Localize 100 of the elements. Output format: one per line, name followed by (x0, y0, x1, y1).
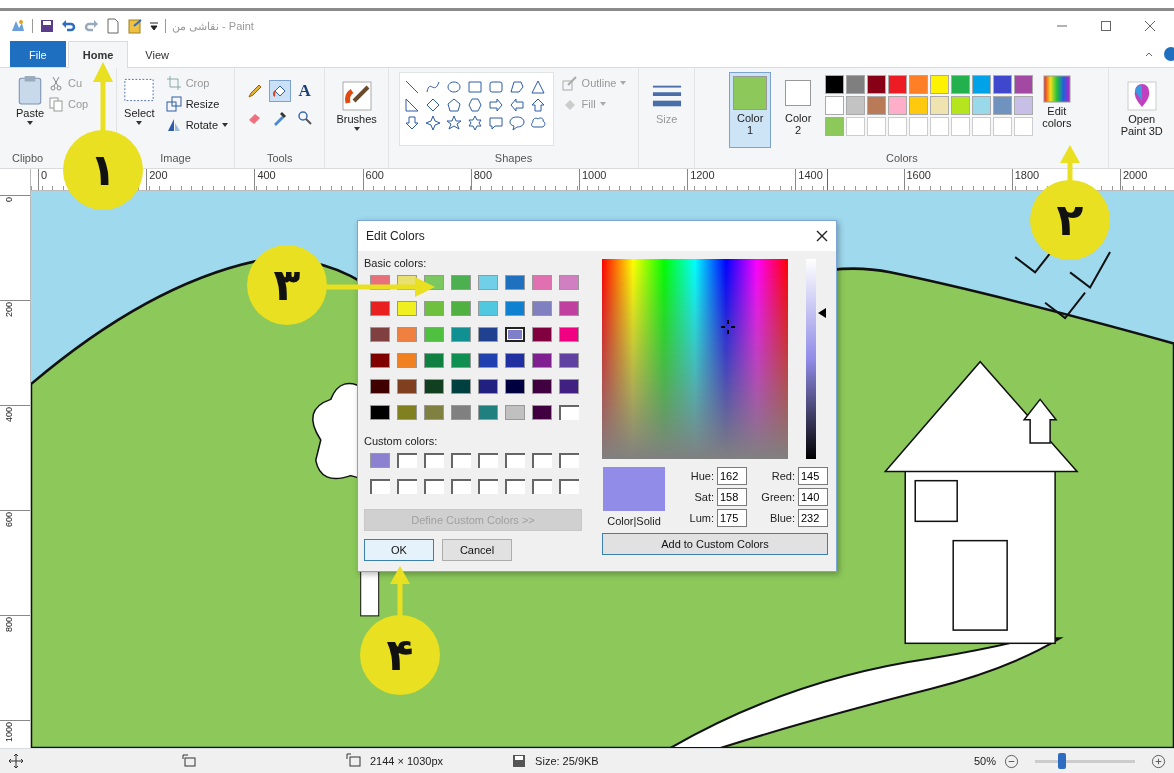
color-swatch[interactable] (424, 327, 444, 342)
shape-icon[interactable] (529, 79, 546, 95)
color-swatch[interactable] (370, 405, 390, 420)
color-swatch[interactable] (559, 275, 579, 290)
color-swatch[interactable] (505, 379, 525, 394)
color-swatch[interactable] (930, 75, 950, 94)
fill-tool[interactable] (268, 80, 291, 102)
number-field[interactable]: 232 (798, 509, 828, 527)
color-swatch[interactable] (993, 75, 1013, 94)
empty-swatch[interactable] (451, 479, 471, 494)
color-swatch[interactable] (478, 327, 498, 342)
color-swatch[interactable] (424, 405, 444, 420)
color-swatch[interactable] (559, 379, 579, 394)
color-swatch[interactable] (424, 301, 444, 316)
save-icon[interactable] (39, 18, 55, 34)
color-swatch[interactable] (1014, 96, 1034, 115)
color-swatch[interactable] (451, 353, 471, 368)
zoom-in-icon[interactable] (1151, 753, 1166, 769)
shape-icon[interactable] (403, 97, 420, 113)
empty-swatch[interactable] (397, 479, 417, 494)
empty-swatch[interactable] (559, 453, 579, 468)
color-2-button[interactable]: Color 2 (777, 72, 820, 148)
color-swatch[interactable] (825, 117, 845, 136)
empty-swatch[interactable] (397, 453, 417, 468)
color-swatch[interactable] (888, 96, 908, 115)
empty-swatch[interactable] (559, 405, 579, 420)
color-swatch[interactable] (825, 96, 845, 115)
color-swatch[interactable] (451, 301, 471, 316)
color-swatch[interactable] (505, 405, 525, 420)
zoom-out-icon[interactable] (1004, 753, 1019, 769)
color-swatch[interactable] (532, 275, 552, 290)
color-swatch[interactable] (532, 379, 552, 394)
text-tool[interactable]: A (293, 80, 316, 102)
color-swatch[interactable] (397, 301, 417, 316)
shape-icon[interactable] (403, 79, 420, 95)
color-swatch[interactable] (846, 96, 866, 115)
color-swatch[interactable] (478, 275, 498, 290)
color-swatch[interactable] (370, 379, 390, 394)
empty-swatch[interactable] (370, 479, 390, 494)
color-swatch[interactable] (451, 405, 471, 420)
color-swatch[interactable] (825, 75, 845, 94)
ok-button[interactable]: OK (364, 539, 434, 561)
color-swatch[interactable] (951, 96, 971, 115)
undo-icon[interactable] (61, 18, 77, 34)
color-swatch[interactable] (505, 275, 525, 290)
shape-icon[interactable] (403, 115, 420, 131)
customize-caret-icon[interactable] (149, 21, 159, 31)
shape-icon[interactable] (445, 79, 462, 95)
color-swatch[interactable] (1014, 75, 1034, 94)
empty-swatch[interactable] (424, 453, 444, 468)
new-file-icon[interactable] (105, 18, 121, 34)
color-swatch[interactable] (532, 301, 552, 316)
shape-icon[interactable] (529, 115, 546, 131)
color-spectrum[interactable] (602, 259, 789, 459)
shape-icon[interactable] (445, 115, 462, 131)
color-swatch[interactable] (478, 301, 498, 316)
shape-icon[interactable] (508, 79, 525, 95)
color-swatch[interactable] (505, 353, 525, 368)
color-swatch[interactable] (478, 405, 498, 420)
empty-swatch[interactable] (505, 479, 525, 494)
ribbon-tab[interactable]: Home (67, 41, 129, 68)
number-field[interactable]: 175 (717, 509, 747, 527)
paste-button[interactable]: Paste (12, 72, 48, 128)
shape-icon[interactable] (466, 115, 483, 131)
empty-swatch[interactable] (451, 453, 471, 468)
color-swatch[interactable] (846, 75, 866, 94)
number-field[interactable]: 140 (798, 488, 828, 506)
empty-swatch[interactable] (478, 453, 498, 468)
color-swatch[interactable] (397, 405, 417, 420)
cancel-button[interactable]: Cancel (442, 539, 512, 561)
shape-icon[interactable] (445, 97, 462, 113)
color-swatch[interactable] (478, 379, 498, 394)
color-swatch[interactable] (909, 96, 929, 115)
color-swatch[interactable] (370, 353, 390, 368)
rotate-button[interactable]: Rotate (163, 116, 231, 134)
color-swatch[interactable] (532, 327, 552, 342)
color-swatch[interactable] (424, 379, 444, 394)
shape-icon[interactable] (424, 79, 441, 95)
color-swatch[interactable] (867, 75, 887, 94)
help-icon[interactable] (1164, 47, 1174, 61)
shape-icon[interactable] (508, 115, 525, 131)
shape-icon[interactable] (487, 115, 504, 131)
empty-swatch[interactable] (424, 479, 444, 494)
empty-swatch[interactable] (559, 479, 579, 494)
color-swatch[interactable] (993, 96, 1013, 115)
color-swatch[interactable] (397, 353, 417, 368)
shape-icon[interactable] (529, 97, 546, 113)
add-to-custom-colors-button[interactable]: Add to Custom Colors (602, 533, 828, 555)
slider-thumb[interactable] (1058, 753, 1066, 769)
color-swatch[interactable] (505, 327, 525, 342)
color-swatch[interactable] (370, 327, 390, 342)
file-tab[interactable]: File (10, 41, 66, 67)
color-swatch[interactable] (559, 301, 579, 316)
redo-icon[interactable] (83, 18, 99, 34)
resize-button[interactable]: Resize (163, 95, 231, 113)
color-swatch[interactable] (559, 327, 579, 342)
color-swatch[interactable] (909, 75, 929, 94)
color-swatch[interactable] (972, 96, 992, 115)
shape-icon[interactable] (424, 97, 441, 113)
empty-swatch[interactable] (532, 453, 552, 468)
